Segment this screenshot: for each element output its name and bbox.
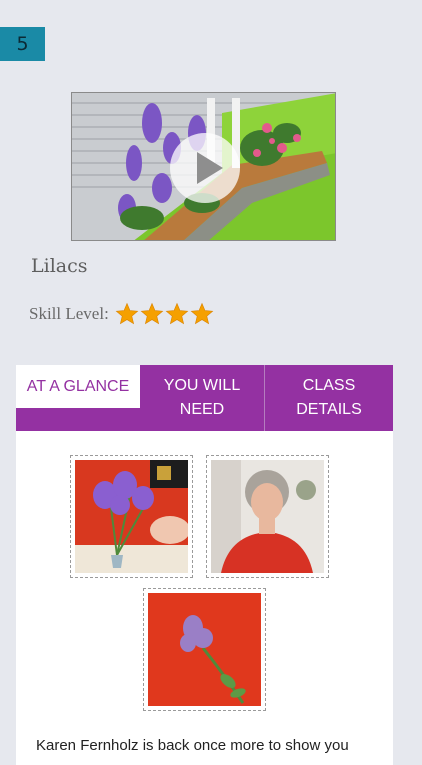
lilac-closeup-image bbox=[148, 593, 261, 706]
tab-label: YOU WILL bbox=[163, 377, 241, 394]
tab-you-will-need[interactable]: YOU WILL NEED bbox=[140, 365, 264, 431]
gallery-image[interactable] bbox=[143, 588, 266, 711]
instructor-photo bbox=[211, 460, 324, 573]
gallery-image[interactable] bbox=[206, 455, 329, 578]
lesson-info-panel: AT A GLANCE YOU WILL NEED CLASS DETAILS bbox=[16, 365, 393, 765]
tab-label: CLASS bbox=[302, 377, 356, 394]
star-icon bbox=[115, 302, 139, 325]
tab-at-a-glance[interactable]: AT A GLANCE bbox=[16, 365, 140, 408]
skill-level-label: Skill Level: bbox=[29, 304, 109, 323]
lilac-vase-image bbox=[75, 460, 188, 573]
page-number: 5 bbox=[16, 33, 29, 55]
page-number-badge: 5 bbox=[0, 27, 45, 61]
star-icon bbox=[165, 302, 189, 325]
tab-label: NEED bbox=[179, 401, 225, 418]
tab-label: AT A GLANCE bbox=[26, 377, 130, 395]
description-text: Karen Fernholz is back once more to show… bbox=[36, 737, 349, 754]
skill-level: Skill Level: bbox=[29, 302, 215, 326]
video-player[interactable] bbox=[71, 92, 336, 241]
tab-bar: AT A GLANCE YOU WILL NEED CLASS DETAILS bbox=[16, 365, 393, 431]
star-icon bbox=[140, 302, 164, 325]
tab-class-details[interactable]: CLASS DETAILS bbox=[264, 365, 393, 431]
gallery-image[interactable] bbox=[70, 455, 193, 578]
lesson-title: Lilacs bbox=[31, 255, 88, 277]
star-icon bbox=[190, 302, 214, 325]
tab-label: DETAILS bbox=[296, 401, 362, 418]
play-icon[interactable] bbox=[170, 133, 240, 203]
